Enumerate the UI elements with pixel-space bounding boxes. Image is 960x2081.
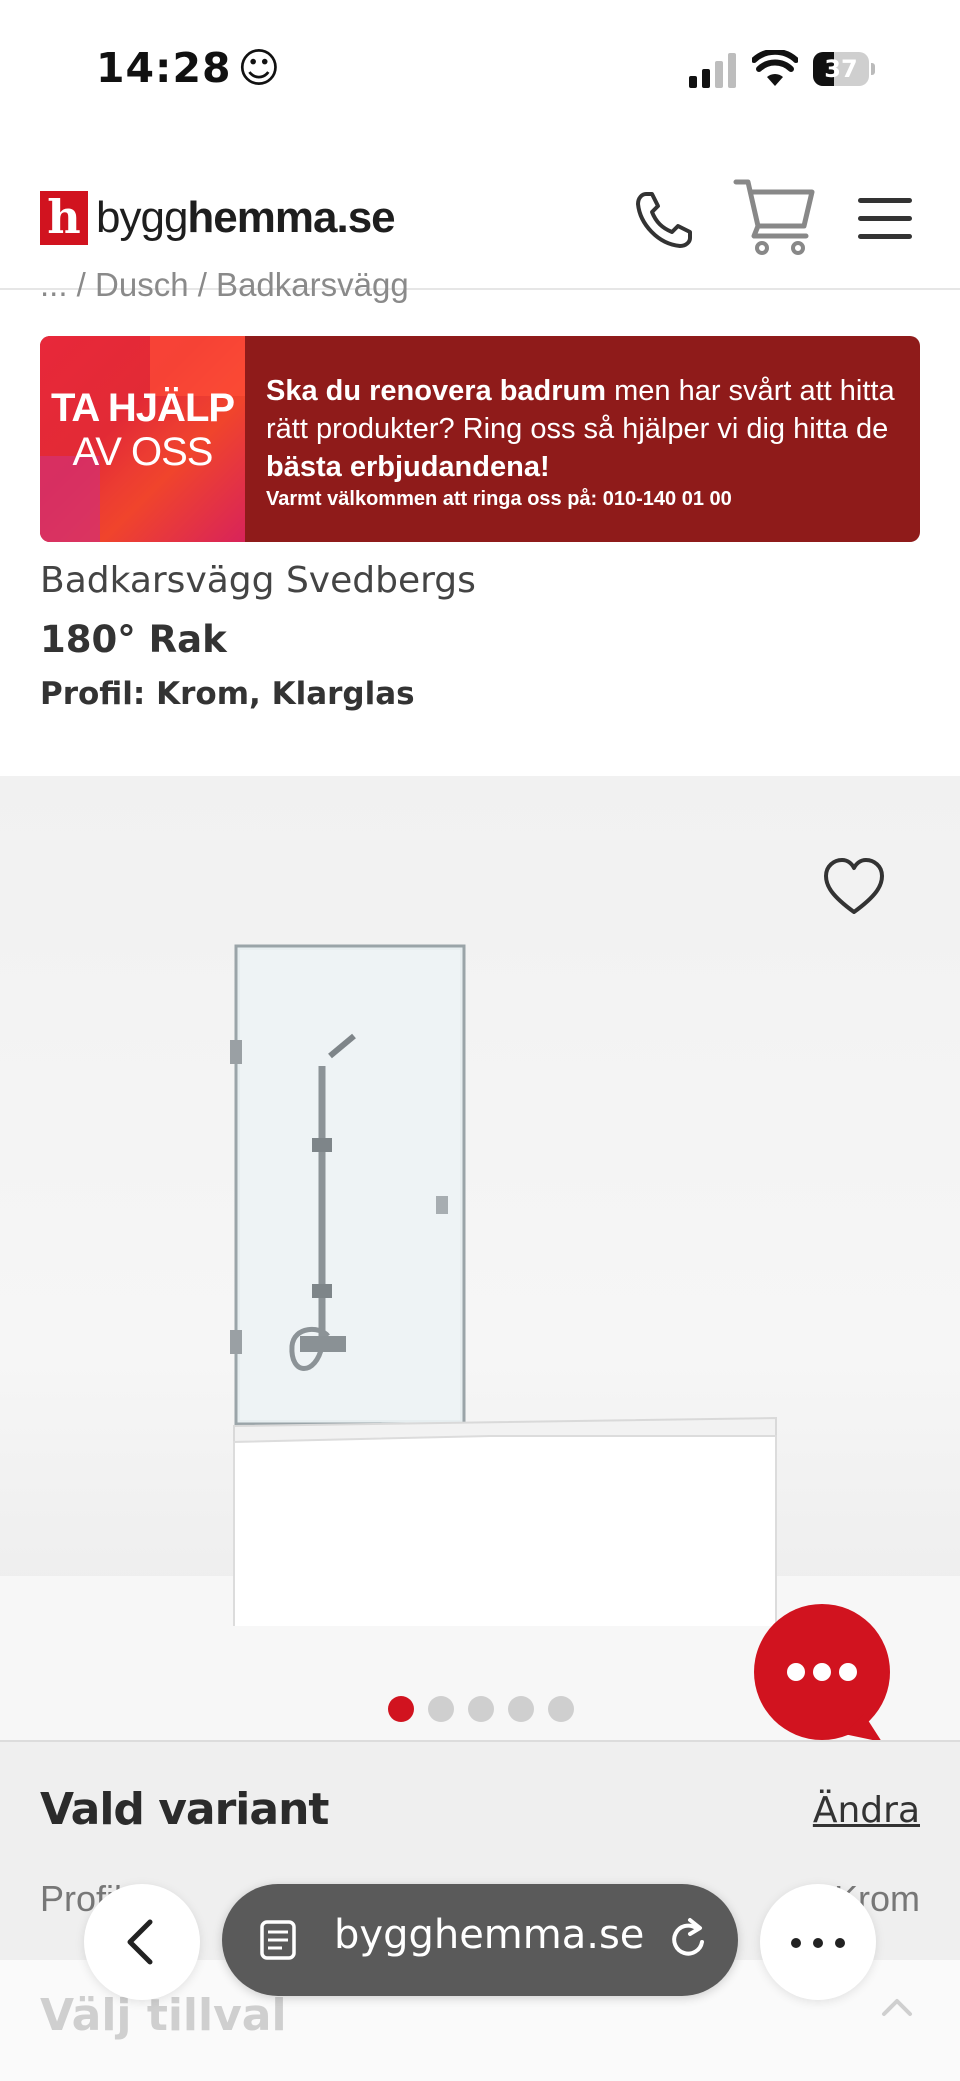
gallery-dot[interactable] (388, 1696, 414, 1722)
clock-text: 14:28 (96, 44, 232, 92)
focus-emoji: ☺ (237, 44, 282, 92)
url-text: bygghemma.se (334, 1912, 645, 1958)
gallery-dot[interactable] (468, 1696, 494, 1722)
gallery-pagination[interactable] (388, 1696, 574, 1722)
back-button[interactable] (84, 1884, 200, 2000)
battery-icon: 37 (813, 52, 875, 86)
status-bar: 14:28 ☺ 37 (0, 0, 960, 140)
menu-icon[interactable] (858, 196, 914, 242)
chevron-up-icon[interactable] (880, 1996, 914, 2018)
product-profile: Profil: Krom, Klarglas (40, 676, 415, 712)
change-variant-link[interactable]: Ändra (813, 1790, 920, 1831)
logo-text-bold: hemma.se (187, 193, 395, 242)
promo-headline-line2: AV OSS (72, 430, 214, 474)
cart-icon[interactable] (732, 176, 816, 256)
gallery-dot[interactable] (508, 1696, 534, 1722)
promo-banner[interactable]: TA HJÄLP AV OSS Ska du renovera badrum m… (40, 336, 920, 542)
promo-text-bold2: bästa erbjudandena! (266, 451, 550, 483)
logo-text: bygghemma.se (96, 193, 396, 243)
product-image (230, 944, 777, 1626)
more-icon[interactable] (760, 1884, 876, 2000)
status-time: 14:28 ☺ (96, 44, 281, 92)
product-brand: Badkarsvägg Svedbergs (40, 560, 476, 601)
logo-text-regular: bygg (96, 193, 188, 242)
product-title: 180° Rak (40, 618, 227, 661)
cellular-signal-icon (689, 52, 737, 88)
promo-headline-line1: TA HJÄLP (50, 386, 235, 430)
addons-title: Välj tillval (40, 1990, 287, 2041)
promo-badge: TA HJÄLP AV OSS (40, 336, 245, 542)
chat-bubble-icon[interactable] (754, 1604, 894, 1750)
wifi-icon (752, 50, 798, 86)
address-bar[interactable]: bygghemma.se (222, 1884, 738, 1996)
promo-text: Ska du renovera badrum men har svårt att… (266, 372, 906, 486)
logo-mark: h (40, 191, 88, 245)
gallery-dot[interactable] (548, 1696, 574, 1722)
battery-percent: 37 (824, 55, 858, 83)
heart-icon[interactable] (822, 856, 886, 916)
chevron-left-icon (127, 1919, 153, 1965)
reader-icon[interactable] (258, 1918, 302, 1962)
phone-icon[interactable] (632, 188, 696, 252)
variant-title: Vald variant (40, 1784, 329, 1835)
promo-headline: TA HJÄLP AV OSS (40, 386, 245, 474)
promo-text-bold1: Ska du renovera badrum (266, 375, 607, 407)
reload-icon[interactable] (666, 1916, 712, 1962)
site-logo[interactable]: h bygghemma.se (40, 190, 396, 246)
gallery-dot[interactable] (428, 1696, 454, 1722)
product-gallery[interactable] (0, 776, 960, 1740)
promo-phone-text: Varmt välkommen att ringa oss på: 010-14… (266, 488, 732, 510)
breadcrumb[interactable]: ... / Dusch / Badkarsvägg (40, 266, 409, 310)
